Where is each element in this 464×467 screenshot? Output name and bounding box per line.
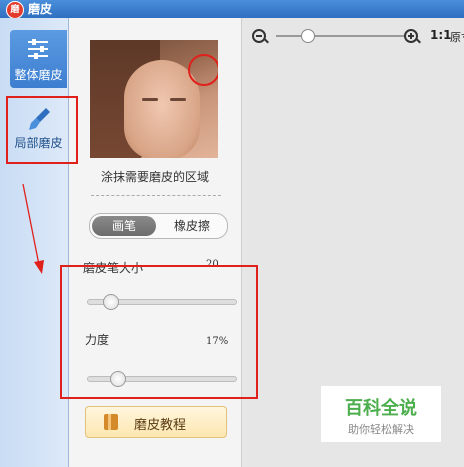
nav-item-local-smoothing[interactable]: 局部磨皮 [10,98,67,156]
zoom-bar: 1:1 原寸 [242,26,464,46]
original-size-label[interactable]: 原寸 [450,29,464,45]
title-bar: 磨 磨皮 [0,0,464,19]
divider [91,195,221,196]
window-title: 磨皮 [28,2,53,16]
nav-item-label: 局部磨皮 [14,136,63,150]
zoom-ratio[interactable]: 1:1 [430,28,452,42]
brush-mode-button[interactable]: 画笔 [92,216,156,236]
strength-label: 力度 [85,333,110,347]
zoom-track[interactable] [276,35,406,37]
zoom-thumb[interactable] [300,29,315,43]
zoom-out-icon[interactable] [252,29,266,43]
app-logo-icon: 磨 [6,1,24,19]
strength-value: 17% [206,336,229,347]
brush-cursor-icon [188,54,218,86]
book-icon [104,414,118,430]
brush-hint: 涂抹需要磨皮的区域 [100,170,209,184]
tutorial-button[interactable]: 磨皮教程 [85,406,227,438]
mode-toggle: 画笔 橡皮擦 [89,213,228,239]
tutorial-label: 磨皮教程 [134,418,187,433]
nav-item-label: 整体磨皮 [14,68,63,82]
brush-size-label: 磨皮笔大小 [83,261,144,275]
left-nav: 整体磨皮 局部磨皮 [0,18,69,467]
watermark: 百科全说 助你轻松解决 [321,386,441,442]
eraser-mode-button[interactable]: 橡皮擦 [160,216,224,236]
watermark-sub: 助你轻松解决 [348,423,414,436]
brush-size-thumb[interactable] [103,294,120,310]
control-panel: 涂抹需要磨皮的区域 画笔 橡皮擦 磨皮笔大小 20 力度 17% 磨皮教程 [69,18,242,467]
brush-icon [29,108,50,130]
nav-item-overall-smoothing[interactable]: 整体磨皮 [10,30,67,88]
sample-photo [90,40,218,158]
brush-size-value: 20 [206,259,219,270]
zoom-in-icon[interactable] [404,29,418,43]
sliders-icon [28,39,48,59]
strength-thumb[interactable] [109,371,126,387]
watermark-main: 百科全说 [345,398,417,419]
